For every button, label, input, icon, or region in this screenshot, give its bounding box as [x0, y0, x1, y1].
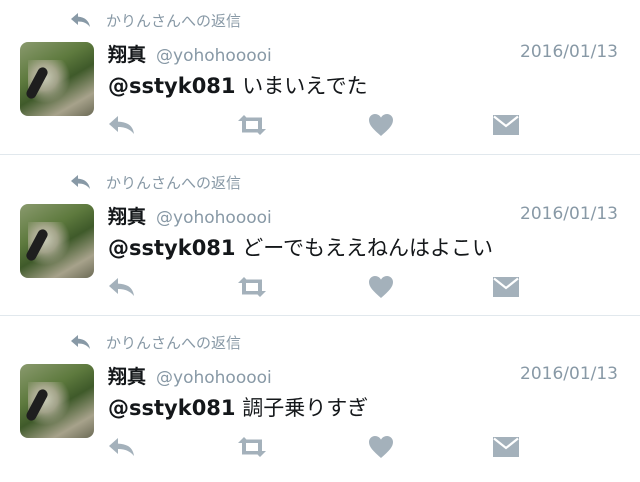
like-heart-icon [369, 436, 393, 458]
direct-message-button[interactable] [492, 112, 520, 138]
tweet-text: @sstyk081 どーでもええねんはよこい [108, 232, 493, 262]
retweet-icon [238, 277, 266, 297]
user-handle[interactable]: @yohohooooi [156, 368, 272, 388]
reply-arrow-icon [71, 13, 90, 27]
direct-message-icon [493, 437, 519, 457]
tweet-body: いまいえでた [235, 74, 368, 98]
tweet-header: 翔真 @yohohooooi [108, 362, 272, 389]
tweet-body: 調子乗りすぎ [235, 396, 369, 420]
display-name[interactable]: 翔真 [108, 362, 146, 389]
tweet-text: @sstyk081 いまいえでた [108, 70, 368, 100]
like-heart-icon [369, 276, 393, 298]
tweet-actions [108, 112, 520, 138]
retweet-button[interactable] [236, 112, 268, 138]
avatar[interactable] [20, 364, 94, 438]
tweet-date[interactable]: 2016/01/13 [520, 42, 618, 62]
tweet-divider [0, 154, 640, 155]
reply-button[interactable] [108, 112, 136, 138]
reply-arrow-icon [71, 335, 90, 349]
user-handle[interactable]: @yohohooooi [156, 46, 272, 66]
reply-context-label: かりんさんへの返信 [106, 11, 242, 30]
tweet-body: どーでもええねんはよこい [235, 236, 493, 260]
retweet-button[interactable] [236, 274, 268, 300]
reply-icon [109, 116, 134, 134]
display-name[interactable]: 翔真 [108, 40, 146, 67]
avatar[interactable] [20, 204, 94, 278]
reply-arrow-icon [71, 175, 90, 189]
tweet-actions [108, 274, 520, 300]
reply-context-label: かりんさんへの返信 [106, 333, 242, 352]
tweet-actions [108, 434, 520, 460]
like-button[interactable] [368, 112, 394, 138]
tweet-date[interactable]: 2016/01/13 [520, 204, 618, 224]
like-heart-icon [369, 114, 393, 136]
mention-link[interactable]: @sstyk081 [108, 396, 236, 420]
tweet[interactable]: かりんさんへの返信 翔真 @yohohooooi 2016/01/13 @sst… [0, 162, 640, 322]
mention-link[interactable]: @sstyk081 [108, 236, 236, 260]
direct-message-icon [493, 277, 519, 297]
retweet-button[interactable] [236, 434, 268, 460]
tweet-header: 翔真 @yohohooooi [108, 40, 272, 67]
reply-button[interactable] [108, 434, 136, 460]
tweet-divider [0, 315, 640, 316]
reply-button[interactable] [108, 274, 136, 300]
tweet-header: 翔真 @yohohooooi [108, 202, 272, 229]
tweet[interactable]: かりんさんへの返信 翔真 @yohohooooi 2016/01/13 @sst… [0, 322, 640, 482]
reply-icon [109, 438, 134, 456]
reply-icon [109, 278, 134, 296]
direct-message-button[interactable] [492, 434, 520, 460]
retweet-icon [238, 115, 266, 135]
like-button[interactable] [368, 434, 394, 460]
retweet-icon [238, 437, 266, 457]
like-button[interactable] [368, 274, 394, 300]
user-handle[interactable]: @yohohooooi [156, 208, 272, 228]
tweet[interactable]: かりんさんへの返信 翔真 @yohohooooi 2016/01/13 @sst… [0, 0, 640, 160]
reply-context-label: かりんさんへの返信 [106, 173, 242, 192]
reply-context: かりんさんへの返信 [70, 172, 241, 192]
mention-link[interactable]: @sstyk081 [108, 74, 236, 98]
tweet-date[interactable]: 2016/01/13 [520, 364, 618, 384]
direct-message-icon [493, 115, 519, 135]
reply-context: かりんさんへの返信 [70, 10, 241, 30]
direct-message-button[interactable] [492, 274, 520, 300]
avatar[interactable] [20, 42, 94, 116]
reply-context: かりんさんへの返信 [70, 332, 241, 352]
display-name[interactable]: 翔真 [108, 202, 146, 229]
tweet-text: @sstyk081 調子乗りすぎ [108, 392, 368, 422]
